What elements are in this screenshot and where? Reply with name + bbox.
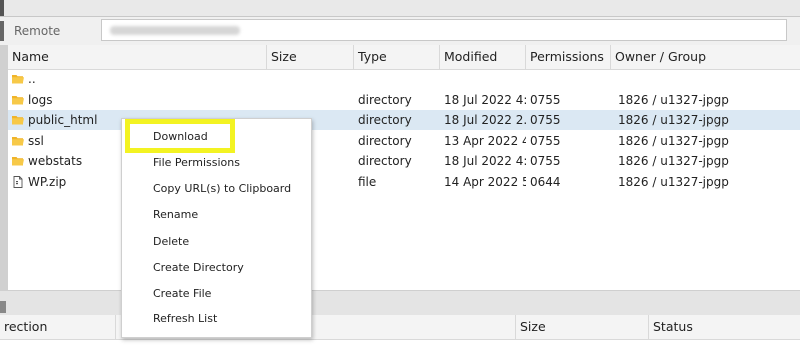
file-modified: [444, 69, 526, 89]
file-permissions: 0755: [530, 113, 561, 127]
queue-tab[interactable]: [0, 301, 6, 313]
menu-item-create-directory[interactable]: Create Directory: [153, 260, 244, 276]
file-modified: 18 Jul 2022 4:...: [444, 92, 526, 107]
queue-tab-bar: [0, 290, 800, 315]
file-permissions: 0755: [530, 92, 561, 107]
menu-item-delete[interactable]: Delete: [153, 234, 189, 250]
file-size: [271, 69, 351, 89]
file-modified: 13 Apr 2022 4...: [444, 133, 526, 148]
file-modified: 18 Jul 2022 4:...: [444, 154, 526, 168]
file-type: [358, 69, 438, 89]
file-owner: 1826 / u1327-jpgp: [618, 133, 729, 148]
remote-label: Remote: [14, 24, 61, 38]
file-owner: [618, 69, 798, 89]
file-owner: 1826 / u1327-jpgp: [618, 174, 729, 189]
column-header-modified[interactable]: Modified: [440, 45, 526, 69]
queue-column-direction[interactable]: rection: [0, 315, 116, 339]
file-type: directory: [358, 92, 412, 107]
menu-item-create-file[interactable]: Create File: [153, 286, 211, 302]
queue-header: rection l Size Status: [0, 315, 800, 340]
remote-left-tab: [0, 21, 4, 41]
column-header-type[interactable]: Type: [354, 45, 440, 69]
folder-icon: [12, 135, 24, 147]
folder-icon: [12, 114, 24, 126]
file-icon: [12, 175, 24, 188]
file-permissions: 0755: [530, 133, 561, 148]
menu-item-refresh-list[interactable]: Refresh List: [153, 311, 217, 327]
file-owner: 1826 / u1327-jpgp: [618, 154, 729, 168]
file-type: directory: [358, 154, 412, 168]
file-size: [271, 90, 351, 110]
column-header-size[interactable]: Size: [267, 45, 354, 69]
file-type: directory: [358, 133, 412, 148]
file-permissions: 0644: [530, 174, 561, 189]
menu-item-file-permissions[interactable]: File Permissions: [153, 155, 240, 171]
table-row[interactable]: logs directory 18 Jul 2022 4:... 0755 1826 /…: [8, 90, 800, 110]
column-header-permissions[interactable]: Permissions: [526, 45, 611, 69]
file-owner: 1826 / u1327-jpgp: [618, 113, 729, 127]
pane-splitter[interactable]: [0, 45, 8, 290]
download-highlight-box: [125, 119, 235, 153]
file-owner: 1826 / u1327-jpgp: [618, 92, 729, 107]
queue-list: [0, 340, 800, 358]
file-modified: 14 Apr 2022 5...: [444, 174, 526, 189]
queue-column-status[interactable]: Status: [649, 315, 800, 339]
file-list-header: Name Size Type Modified Permissions Owne…: [8, 45, 800, 70]
top-strip: [0, 0, 800, 17]
file-name: logs: [28, 92, 53, 107]
folder-icon: [12, 155, 24, 167]
file-type: file: [358, 174, 377, 189]
file-name: ..: [28, 72, 36, 86]
folder-icon: [12, 94, 24, 106]
menu-item-rename[interactable]: Rename: [153, 207, 198, 223]
remote-path-input[interactable]: [101, 19, 787, 41]
menu-item-copy-urls[interactable]: Copy URL(s) to Clipboard: [153, 181, 291, 197]
file-modified: 18 Jul 2022 2...: [444, 113, 526, 127]
top-strip-chip: [0, 0, 4, 16]
queue-column-size[interactable]: Size: [516, 315, 649, 339]
remote-bar: Remote: [0, 17, 800, 45]
column-header-name[interactable]: Name: [8, 45, 267, 69]
file-permissions: 0755: [530, 154, 561, 168]
column-header-owner[interactable]: Owner / Group: [611, 45, 800, 69]
file-type: directory: [358, 113, 412, 127]
table-row[interactable]: ..: [8, 69, 800, 89]
remote-path-blurred: [110, 26, 240, 35]
folder-icon: [12, 73, 24, 85]
file-permissions: [530, 69, 610, 89]
